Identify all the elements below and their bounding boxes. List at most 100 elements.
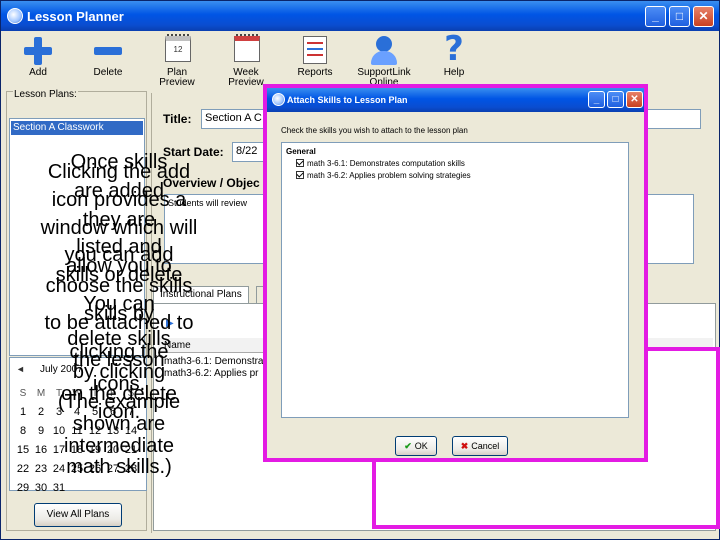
- delete-label: Delete: [93, 67, 123, 78]
- ok-button[interactable]: ✔ OK: [395, 436, 437, 456]
- checkbox-checked-icon[interactable]: [296, 159, 304, 167]
- calendar-day[interactable]: 21: [122, 441, 140, 460]
- title-bar: Lesson Planner _ □ ✕: [1, 1, 719, 31]
- calendar-day[interactable]: 2: [32, 403, 50, 422]
- checkbox-checked-icon[interactable]: [296, 171, 304, 179]
- maximize-button[interactable]: □: [669, 6, 690, 27]
- reports-button[interactable]: Reports: [284, 34, 346, 84]
- lesson-plans-label: Lesson Plans:: [13, 89, 78, 100]
- window-title: Lesson Planner: [27, 9, 124, 24]
- skills-group-label: General: [286, 147, 316, 156]
- weekday-label: T: [91, 388, 99, 399]
- overview-label: Overview / Objec: [163, 176, 260, 190]
- table-row[interactable]: math3-6.1: Demonstrat: [164, 356, 264, 367]
- ok-label: OK: [414, 441, 428, 451]
- prev-month-icon[interactable]: ◄: [16, 364, 25, 374]
- calendar-day[interactable]: 6: [104, 403, 122, 422]
- calendar-day[interactable]: 20: [104, 441, 122, 460]
- report-icon: [297, 34, 333, 68]
- calendar-day[interactable]: 19: [86, 441, 104, 460]
- calendar-day[interactable]: [68, 479, 86, 498]
- calendar-day[interactable]: 27: [104, 460, 122, 479]
- weekday-label: S: [19, 388, 27, 399]
- calendar-day[interactable]: [104, 479, 122, 498]
- add-plus-icon: [20, 34, 56, 68]
- calendar-badge: 12: [165, 36, 191, 62]
- calendar-day[interactable]: 3: [50, 403, 68, 422]
- calendar-week-icon: [228, 34, 264, 68]
- help-button[interactable]: ? Help: [423, 29, 485, 84]
- close-button[interactable]: ✕: [693, 6, 714, 27]
- calendar-day[interactable]: 31: [50, 479, 68, 498]
- calendar-week-row: 22 23 24 25 26 27 28: [14, 460, 144, 479]
- calendar-month: July 2007: [40, 364, 83, 375]
- calendar-day[interactable]: [122, 479, 140, 498]
- calendar-day[interactable]: 18: [68, 441, 86, 460]
- calendar-day[interactable]: 11: [68, 422, 86, 441]
- minimize-button[interactable]: _: [645, 6, 666, 27]
- calendar-header: ◄ July 2007: [10, 364, 146, 378]
- calendar-day[interactable]: 30: [32, 479, 50, 498]
- dialog-title: Attach Skills to Lesson Plan: [287, 95, 408, 105]
- calendar-day[interactable]: 28: [122, 460, 140, 479]
- table-row[interactable]: math3-6.2: Applies pr: [164, 368, 264, 379]
- plan-preview-label-2: Preview: [159, 77, 195, 88]
- calendar-day[interactable]: 4: [68, 403, 86, 422]
- calendar-day[interactable]: 15: [14, 441, 32, 460]
- calendar-day[interactable]: 17: [50, 441, 68, 460]
- supportlink-button[interactable]: SupportLink Online: [353, 34, 415, 88]
- reports-label: Reports: [297, 67, 333, 78]
- calendar-day[interactable]: 26: [86, 460, 104, 479]
- weekday-label: W: [72, 388, 82, 399]
- app-icon: [7, 8, 23, 24]
- list-item[interactable]: Section A Classwork: [11, 121, 143, 135]
- dialog-maximize-button[interactable]: □: [607, 91, 624, 108]
- skill-checkbox-row[interactable]: math 3-6.2: Applies problem solving stra…: [296, 171, 471, 180]
- add-button[interactable]: Add: [7, 34, 69, 84]
- tab-instructional-plans[interactable]: Instructional Plans: [153, 286, 249, 304]
- cancel-label: Cancel: [471, 441, 500, 451]
- skill-checkbox-row[interactable]: math 3-6.1: Demonstrates computation ski…: [296, 159, 465, 168]
- calendar-day[interactable]: 23: [32, 460, 50, 479]
- help-label: Help: [443, 67, 465, 78]
- calendar-day[interactable]: 22: [14, 460, 32, 479]
- delete-button[interactable]: Delete: [77, 34, 139, 84]
- dialog-close-button[interactable]: ✕: [626, 91, 643, 108]
- mini-calendar[interactable]: ◄ July 2007 S M T W T F S 1 2 3 4 5 6 7 8 9 10 11 1…: [9, 357, 147, 494]
- add-label: Add: [29, 67, 47, 78]
- dialog-app-icon: [272, 93, 285, 106]
- help-question-icon: ?: [444, 29, 464, 69]
- calendar-day[interactable]: 14: [122, 422, 140, 441]
- calendar-day[interactable]: 29: [14, 479, 32, 498]
- weekday-label: F: [109, 388, 117, 399]
- view-all-plans-button[interactable]: View All Plans: [34, 503, 122, 527]
- start-date-label: Start Date:: [163, 145, 224, 159]
- calendar-day[interactable]: 8: [14, 422, 32, 441]
- dialog-minimize-button[interactable]: _: [588, 91, 605, 108]
- main-toolbar: Add Delete 12 Plan Preview Week Preview: [3, 29, 717, 88]
- week-preview-button[interactable]: Week Preview: [215, 34, 277, 88]
- calendar-day[interactable]: 24: [50, 460, 68, 479]
- play-icon[interactable]: ▶: [166, 318, 174, 329]
- calendar-day[interactable]: 10: [50, 422, 68, 441]
- calendar-day[interactable]: 25: [68, 460, 86, 479]
- skill-label: math 3-6.2: Applies problem solving stra…: [307, 171, 471, 180]
- attach-skills-dialog: Attach Skills to Lesson Plan _ □ ✕ Check…: [263, 84, 648, 462]
- dialog-instruction: Check the skills you wish to attach to t…: [281, 126, 468, 135]
- calendar-day[interactable]: 1: [14, 403, 32, 422]
- plan-preview-button[interactable]: 12 Plan Preview: [146, 34, 208, 88]
- calendar-day[interactable]: 9: [32, 422, 50, 441]
- lesson-plan-list[interactable]: Section A Classwork: [9, 118, 145, 356]
- calendar-day[interactable]: 13: [104, 422, 122, 441]
- cancel-button[interactable]: ✖ Cancel: [452, 436, 508, 456]
- calendar-week-row: 8 9 10 11 12 13 14: [14, 422, 144, 441]
- calendar-day[interactable]: 7: [122, 403, 140, 422]
- calendar-day[interactable]: 16: [32, 441, 50, 460]
- title-label: Title:: [163, 112, 192, 126]
- weekday-label: T: [55, 388, 63, 399]
- calendar-day[interactable]: [86, 479, 104, 498]
- calendar-day[interactable]: 5: [86, 403, 104, 422]
- calendar-week-row: 29 30 31: [14, 479, 144, 498]
- calendar-day[interactable]: 12: [86, 422, 104, 441]
- calendar-weekday-row: S M T W T F S: [14, 384, 144, 403]
